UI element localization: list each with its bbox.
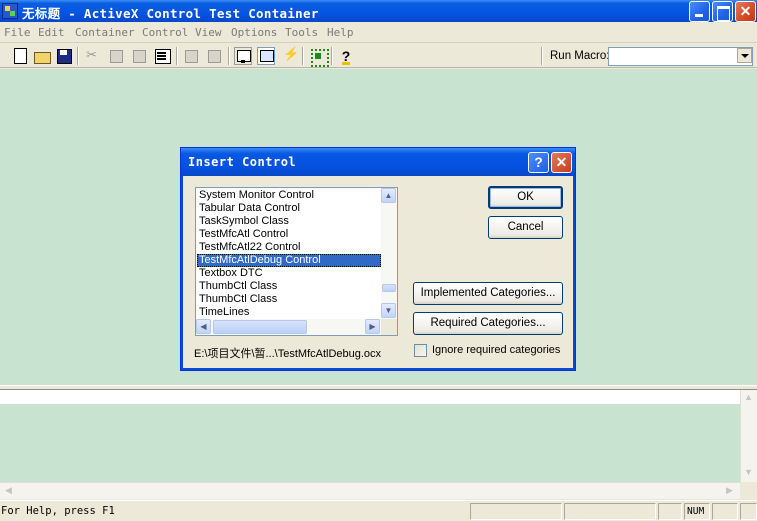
list-vertical-scrollbar[interactable]: ▲ ▼ bbox=[381, 188, 397, 319]
scroll-down-icon[interactable]: ▼ bbox=[741, 465, 756, 480]
menu-bar: File Edit Container Control View Options… bbox=[0, 22, 757, 43]
menu-container[interactable]: Container bbox=[75, 26, 135, 39]
toolbar-separator bbox=[331, 47, 333, 65]
control-path: E:\项目文件\暂...\TestMfcAtlDebug.ocx bbox=[194, 348, 382, 360]
menu-control[interactable]: Control bbox=[142, 26, 188, 39]
control-list-item[interactable]: ThumbCtl Class bbox=[197, 280, 381, 293]
design-mode-icon[interactable] bbox=[234, 47, 252, 65]
property-page-icon[interactable] bbox=[205, 47, 223, 65]
scrollbar-corner bbox=[740, 482, 757, 499]
list-vertical-thumb[interactable] bbox=[382, 284, 396, 292]
status-pane bbox=[712, 503, 738, 520]
insert-control-dialog: Insert Control ? ✕ System Monitor Contro… bbox=[180, 147, 576, 371]
output-pane[interactable] bbox=[0, 390, 740, 482]
menu-help[interactable]: Help bbox=[327, 26, 354, 39]
window-title: 无标题 - ActiveX Control Test Container bbox=[22, 6, 319, 21]
run-macro-combo[interactable] bbox=[608, 47, 753, 66]
event-log-icon[interactable] bbox=[280, 46, 299, 65]
toolbar-separator bbox=[541, 47, 543, 65]
scroll-up-icon[interactable]: ▲ bbox=[741, 390, 756, 405]
invoke-methods-icon[interactable] bbox=[182, 47, 200, 65]
toolbar-separator bbox=[176, 47, 178, 65]
toolbar-separator bbox=[228, 47, 230, 65]
control-list[interactable]: System Monitor Control Tabular Data Contr… bbox=[195, 187, 398, 336]
control-list-item[interactable]: ThumbCtl Class bbox=[197, 293, 381, 306]
cut-icon[interactable] bbox=[84, 47, 102, 65]
control-list-item[interactable]: TaskSymbol Class bbox=[197, 215, 381, 228]
output-vertical-scrollbar[interactable]: ▲ ▼ bbox=[740, 390, 757, 482]
toolbar: ? Run Macro: bbox=[0, 44, 757, 68]
scroll-left-icon[interactable]: ◀ bbox=[1, 483, 16, 498]
close-button[interactable]: ✕ bbox=[735, 1, 756, 22]
run-mode-icon[interactable] bbox=[257, 47, 275, 65]
list-scrollbar-corner bbox=[381, 319, 397, 335]
control-list-items: System Monitor Control Tabular Data Contr… bbox=[197, 189, 381, 320]
status-help-text: For Help, press F1 bbox=[1, 505, 115, 517]
app-icon[interactable] bbox=[2, 3, 18, 19]
status-bar: For Help, press F1 NUM bbox=[0, 500, 757, 521]
scroll-right-icon[interactable]: ▶ bbox=[365, 319, 380, 334]
menu-edit[interactable]: Edit bbox=[38, 26, 65, 39]
minimize-button[interactable] bbox=[689, 1, 710, 22]
status-pane bbox=[658, 503, 682, 520]
dialog-title-bar: Insert Control ? ✕ bbox=[181, 148, 575, 176]
grid-icon[interactable] bbox=[309, 47, 329, 67]
output-horizontal-scrollbar[interactable]: ◀ ▶ bbox=[0, 482, 740, 499]
control-list-item[interactable]: Textbox DTC bbox=[197, 267, 381, 280]
dialog-help-button[interactable]: ? bbox=[528, 152, 549, 173]
menu-tools[interactable]: Tools bbox=[285, 26, 318, 39]
output-current-line bbox=[0, 390, 740, 404]
menu-options[interactable]: Options bbox=[231, 26, 277, 39]
properties-icon[interactable] bbox=[153, 47, 171, 65]
help-icon[interactable]: ? bbox=[337, 47, 355, 65]
status-pane bbox=[470, 503, 562, 520]
control-list-item[interactable]: TestMfcAtl22 Control bbox=[197, 241, 381, 254]
scroll-down-icon[interactable]: ▼ bbox=[381, 303, 396, 318]
dialog-close-button[interactable]: ✕ bbox=[551, 152, 572, 173]
ignore-required-label: Ignore required categories bbox=[432, 344, 561, 356]
ignore-required-checkbox[interactable] bbox=[414, 344, 427, 357]
control-list-item[interactable]: Tabular Data Control bbox=[197, 202, 381, 215]
title-bar: 无标题 - ActiveX Control Test Container ✕ bbox=[0, 0, 757, 22]
open-icon[interactable] bbox=[33, 47, 51, 65]
num-lock-indicator: NUM bbox=[684, 503, 710, 520]
scroll-up-icon[interactable]: ▲ bbox=[381, 188, 396, 203]
implemented-categories-button[interactable]: Implemented Categories... bbox=[413, 282, 563, 305]
required-categories-button[interactable]: Required Categories... bbox=[413, 312, 563, 335]
dialog-title: Insert Control bbox=[188, 155, 297, 169]
status-pane bbox=[564, 503, 656, 520]
menu-view[interactable]: View bbox=[195, 26, 222, 39]
toolbar-separator bbox=[302, 47, 304, 65]
cancel-button[interactable]: Cancel bbox=[488, 216, 563, 239]
control-list-item[interactable]: TestMfcAtl Control bbox=[197, 228, 381, 241]
list-horizontal-scrollbar[interactable]: ◀ ▶ bbox=[196, 319, 381, 335]
save-icon[interactable] bbox=[55, 47, 73, 65]
toolbar-separator bbox=[77, 47, 79, 65]
new-icon[interactable] bbox=[11, 47, 29, 65]
control-list-item[interactable]: TimeLines bbox=[197, 306, 381, 319]
scroll-left-icon[interactable]: ◀ bbox=[196, 319, 211, 334]
size-grip[interactable] bbox=[740, 503, 757, 520]
menu-file[interactable]: File bbox=[4, 26, 31, 39]
control-list-item[interactable]: System Monitor Control bbox=[197, 189, 381, 202]
maximize-button[interactable] bbox=[712, 1, 733, 22]
ok-button[interactable]: OK bbox=[488, 186, 563, 209]
control-list-item[interactable]: TestMfcAtlDebug Control bbox=[197, 254, 381, 267]
copy-icon[interactable] bbox=[107, 47, 125, 65]
paste-icon[interactable] bbox=[130, 47, 148, 65]
list-horizontal-thumb[interactable] bbox=[213, 320, 307, 334]
run-macro-label: Run Macro: bbox=[550, 50, 610, 62]
scroll-right-icon[interactable]: ▶ bbox=[722, 483, 737, 498]
